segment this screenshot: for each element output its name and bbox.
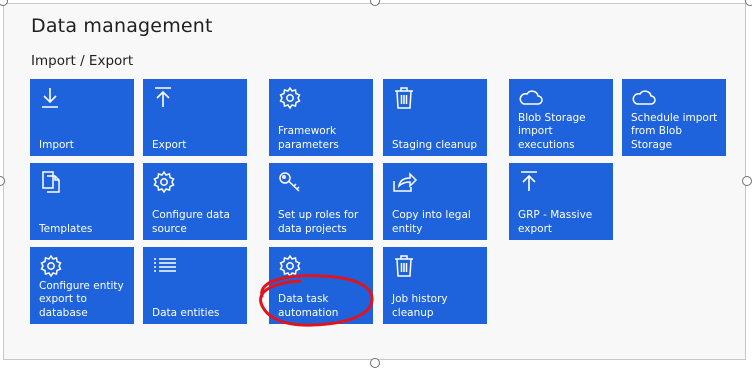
download-icon: [42, 88, 58, 108]
tile-data-entities[interactable]: Data entities: [143, 247, 247, 324]
tile-job-history-cleanup[interactable]: Job history cleanup: [383, 247, 487, 324]
upload-icon: [521, 171, 537, 191]
resize-handle-middle-right[interactable]: [742, 176, 752, 186]
gear-icon: [40, 254, 62, 278]
tile-label: Export: [152, 138, 187, 151]
tile-label: Schedule import from Blob Storage: [631, 111, 718, 151]
gear-icon: [153, 170, 175, 194]
tile-schedule-import-blob-storage[interactable]: Schedule import from Blob Storage: [622, 79, 726, 156]
tile-label: Configure data source: [152, 209, 230, 235]
tile-import[interactable]: Import: [30, 79, 134, 156]
upload-icon: [155, 87, 171, 107]
tile-grp-massive-export[interactable]: GRP - Massive export: [509, 163, 613, 240]
section-title: Import / Export: [31, 53, 134, 69]
key-icon: [279, 172, 300, 192]
tile-framework-parameters[interactable]: Framework parameters: [269, 79, 373, 156]
tile-label: Blob Storage import executions: [518, 111, 586, 151]
tile-label: Copy into legal entity: [392, 209, 471, 235]
tile-label: Import: [39, 138, 74, 151]
tile-label: Data task automation: [278, 293, 339, 319]
gear-icon: [279, 254, 301, 278]
resize-handle-bottom-center[interactable]: [370, 358, 380, 368]
trash-icon: [395, 87, 413, 109]
trash-icon: [395, 255, 413, 277]
tile-staging-cleanup[interactable]: Staging cleanup: [383, 79, 487, 156]
tile-label: Data entities: [152, 306, 220, 319]
page-title: Data management: [31, 15, 213, 37]
tile-templates[interactable]: Templates: [30, 163, 134, 240]
tile-set-up-roles[interactable]: Set up roles for data projects: [269, 163, 373, 240]
tile-label: Job history cleanup: [392, 293, 448, 319]
cloud-icon: [519, 90, 543, 105]
tile-label: GRP - Massive export: [518, 209, 593, 235]
tile-data-task-automation[interactable]: Data task automation: [269, 247, 373, 324]
tile-label: Staging cleanup: [392, 138, 478, 151]
cloud-icon: [632, 90, 656, 105]
tile-export[interactable]: Export: [143, 79, 247, 156]
tile-label: Configure entity export to database: [39, 279, 124, 319]
tile-copy-into-legal-entity[interactable]: Copy into legal entity: [383, 163, 487, 240]
tile-label: Templates: [39, 222, 93, 235]
tile-label: Framework parameters: [278, 125, 339, 151]
list-icon: [154, 258, 176, 272]
share-arrow-icon: [393, 172, 418, 192]
resize-handle-top-right[interactable]: [745, 0, 752, 6]
copy-icon: [42, 171, 60, 193]
tile-configure-data-source[interactable]: Configure data source: [143, 163, 247, 240]
tile-configure-entity-export[interactable]: Configure entity export to database: [30, 247, 134, 324]
gear-icon: [279, 86, 301, 110]
tile-blob-storage-import-executions[interactable]: Blob Storage import executions: [509, 79, 613, 156]
tile-label: Set up roles for data projects: [278, 209, 359, 235]
